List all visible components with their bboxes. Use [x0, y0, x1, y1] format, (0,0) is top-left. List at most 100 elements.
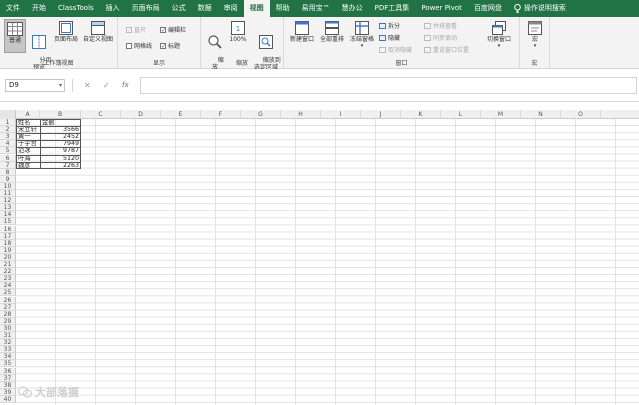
- column-header[interactable]: O: [561, 110, 601, 119]
- row-header[interactable]: 37: [0, 374, 16, 382]
- table-cell[interactable]: 黄一: [16, 133, 40, 140]
- tab-10[interactable]: 易用宝™: [296, 0, 336, 17]
- hide-button[interactable]: 隐藏: [379, 33, 400, 42]
- row-header[interactable]: 30: [0, 324, 16, 332]
- row-header[interactable]: 32: [0, 339, 16, 347]
- row-header[interactable]: 13: [0, 204, 16, 212]
- row-header[interactable]: 1: [0, 119, 16, 127]
- cancel-icon[interactable]: ✕: [84, 79, 91, 92]
- column-header[interactable]: L: [441, 110, 481, 119]
- row-header[interactable]: 39: [0, 388, 16, 396]
- column-header[interactable]: N: [521, 110, 561, 119]
- unhide-button[interactable]: 取消隐藏: [379, 45, 412, 54]
- row-header[interactable]: 34: [0, 353, 16, 361]
- table-cell[interactable]: 叶海: [16, 155, 40, 162]
- page-break-preview-button[interactable]: 分页 预览: [28, 21, 51, 71]
- row-header[interactable]: 2: [0, 126, 16, 134]
- side-by-side-button[interactable]: 并排查看: [424, 21, 457, 30]
- row-header[interactable]: 3: [0, 133, 16, 141]
- split-button[interactable]: 拆分: [379, 21, 400, 30]
- table-cell[interactable]: 宋立轩: [16, 126, 40, 133]
- ruler-checkbox[interactable]: ✓ 直尺: [126, 25, 146, 34]
- row-header[interactable]: 33: [0, 346, 16, 354]
- macros-button[interactable]: 宏 ▾: [525, 21, 545, 53]
- row-header[interactable]: 22: [0, 268, 16, 276]
- table-cell[interactable]: 3566: [40, 126, 81, 133]
- table-cell[interactable]: 2263: [40, 162, 81, 169]
- row-header[interactable]: 35: [0, 360, 16, 368]
- row-header[interactable]: 11: [0, 190, 16, 198]
- zoom-to-selection-button[interactable]: 缩放到 选定区域: [251, 21, 281, 71]
- tab-12[interactable]: PDF工具集: [369, 0, 416, 17]
- insert-function-icon[interactable]: fx: [122, 79, 129, 92]
- column-header[interactable]: G: [241, 110, 281, 119]
- row-header[interactable]: 16: [0, 225, 16, 233]
- tab-7[interactable]: 审阅: [218, 0, 244, 17]
- column-header[interactable]: C: [81, 110, 121, 119]
- row-header[interactable]: 26: [0, 296, 16, 304]
- tab-4[interactable]: 页面布局: [126, 0, 166, 17]
- tab-1[interactable]: 开始: [26, 0, 52, 17]
- sync-scroll-button[interactable]: 同步滚动: [424, 33, 457, 42]
- row-header[interactable]: 15: [0, 218, 16, 226]
- row-header[interactable]: 27: [0, 303, 16, 311]
- row-header[interactable]: 17: [0, 232, 16, 240]
- row-header[interactable]: 6: [0, 154, 16, 162]
- table-cell[interactable]: 7949: [40, 140, 81, 147]
- row-header[interactable]: 9: [0, 175, 16, 183]
- column-header[interactable]: E: [161, 110, 201, 119]
- column-header[interactable]: K: [401, 110, 441, 119]
- row-header[interactable]: 14: [0, 211, 16, 219]
- row-header[interactable]: 21: [0, 261, 16, 269]
- headings-checkbox[interactable]: ✓ 标题: [160, 41, 180, 50]
- row-header[interactable]: 10: [0, 182, 16, 190]
- name-box[interactable]: D9 ▾: [5, 79, 65, 92]
- gridlines-checkbox[interactable]: 网格线: [126, 41, 152, 50]
- custom-views-button[interactable]: 自定义视图: [81, 21, 115, 53]
- table-cell[interactable]: 姓名: [16, 119, 40, 126]
- row-header[interactable]: 31: [0, 332, 16, 340]
- cell-area[interactable]: 姓名 金额 宋立轩 3566 黄一 2452 于宇哲 7949 范冰 9787 叶海 5120 魏彦 22…: [16, 119, 639, 405]
- row-header[interactable]: 20: [0, 253, 16, 261]
- column-header[interactable]: B: [40, 110, 81, 119]
- row-header[interactable]: 8: [0, 168, 16, 176]
- select-all-corner[interactable]: [0, 110, 16, 119]
- row-header[interactable]: 23: [0, 275, 16, 283]
- row-header[interactable]: 29: [0, 317, 16, 325]
- new-window-button[interactable]: 新建窗口: [288, 21, 316, 53]
- page-layout-button[interactable]: 页面布局: [52, 21, 80, 53]
- tell-me-search[interactable]: 操作说明搜索: [508, 0, 572, 17]
- row-header[interactable]: 19: [0, 246, 16, 254]
- table-cell[interactable]: 5120: [40, 155, 81, 162]
- reset-position-button[interactable]: 重设窗口位置: [424, 45, 469, 54]
- tab-5[interactable]: 公式: [166, 0, 192, 17]
- table-cell[interactable]: 魏彦: [16, 162, 40, 169]
- freeze-panes-button[interactable]: 冻结窗格 ▾: [348, 21, 376, 53]
- row-header[interactable]: 5: [0, 147, 16, 155]
- tab-0[interactable]: 文件: [0, 0, 26, 17]
- row-header[interactable]: 4: [0, 140, 16, 148]
- table-cell[interactable]: 9787: [40, 147, 81, 154]
- column-header[interactable]: M: [481, 110, 521, 119]
- table-cell[interactable]: 于宇哲: [16, 140, 40, 147]
- column-header[interactable]: I: [321, 110, 361, 119]
- tab-8[interactable]: 视图: [243, 0, 270, 17]
- row-header[interactable]: 36: [0, 367, 16, 375]
- column-header[interactable]: J: [361, 110, 401, 119]
- column-header[interactable]: D: [121, 110, 161, 119]
- tab-9[interactable]: 帮助: [270, 0, 296, 17]
- formula-bar-checkbox[interactable]: ✓ 编辑栏: [160, 25, 186, 34]
- table-cell[interactable]: 金额: [40, 119, 81, 126]
- tab-3[interactable]: 插入: [100, 0, 126, 17]
- row-header[interactable]: 12: [0, 197, 16, 205]
- zoom-100-button[interactable]: 1 100%: [227, 21, 249, 53]
- row-header[interactable]: 25: [0, 289, 16, 297]
- switch-windows-button[interactable]: 切换窗口 ▾: [482, 21, 516, 53]
- row-header[interactable]: 28: [0, 310, 16, 318]
- arrange-all-button[interactable]: 全部重排: [318, 21, 346, 53]
- tab-11[interactable]: 慧办公: [336, 0, 369, 17]
- column-header[interactable]: A: [16, 110, 40, 119]
- table-cell[interactable]: 范冰: [16, 147, 40, 154]
- normal-view-button[interactable]: 普通: [4, 19, 26, 53]
- zoom-button[interactable]: 缩 放: [206, 21, 224, 71]
